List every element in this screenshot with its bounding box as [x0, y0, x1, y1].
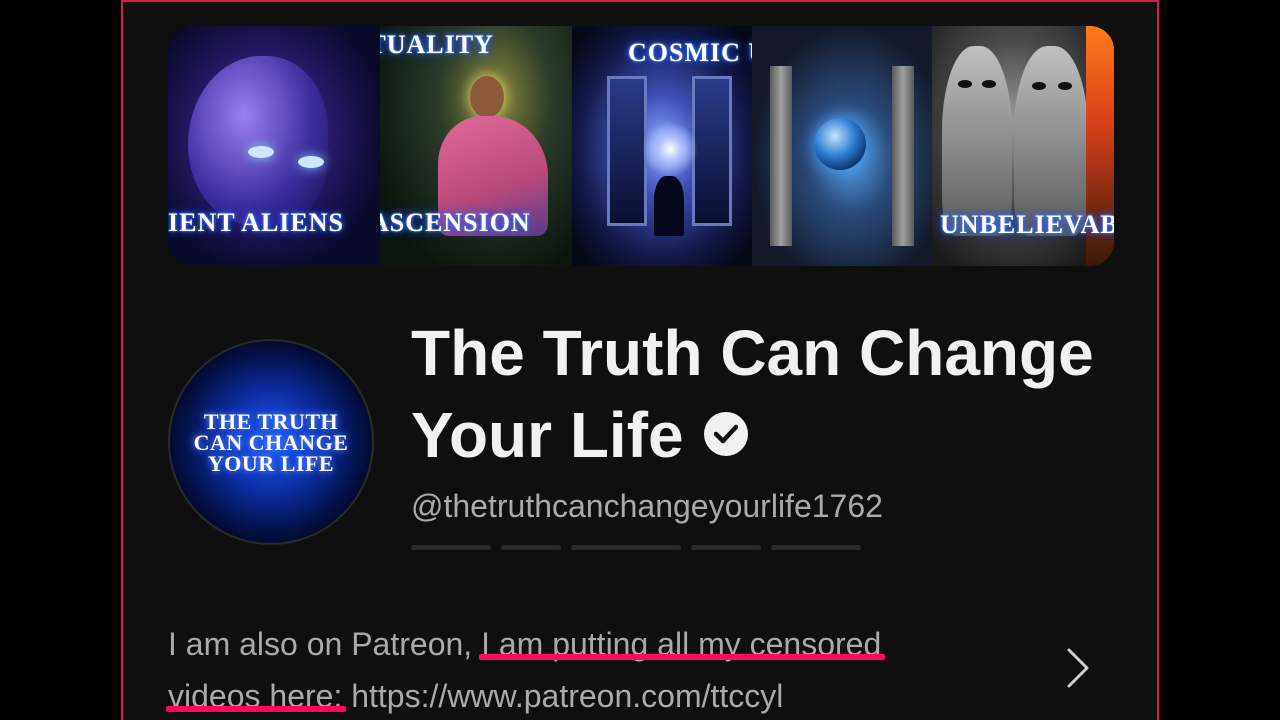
silhouette-figure [654, 176, 684, 236]
alien-head-image [188, 56, 328, 226]
description-highlight: I am putting all my censored [481, 626, 882, 662]
banner-panel-orb [752, 26, 932, 266]
verified-check-icon [703, 412, 748, 457]
grey-alien-image [1014, 46, 1088, 236]
channel-page-frame: IENT ALIENS SPIRITUALITY ASCENSION COSMI… [121, 0, 1159, 720]
praying-figure-head [470, 76, 504, 118]
grey-alien-image [942, 46, 1012, 236]
channel-avatar[interactable]: THE TRUTH CAN CHANGE YOUR LIFE [168, 339, 374, 545]
description-text: I am also on Patreon, [168, 626, 482, 662]
banner-caption-unbelievable: UNBELIEVAB [940, 210, 1114, 239]
galaxy-image [642, 121, 698, 177]
grey-alien-eye [982, 80, 996, 88]
pillar-left [770, 66, 792, 246]
alien-eye [248, 146, 274, 158]
grey-alien-eye [1058, 82, 1072, 90]
banner-caption-ascension: ASCENSION [380, 208, 531, 237]
banner-panel-ascension: SPIRITUALITY ASCENSION [380, 26, 572, 266]
avatar-logo-text: THE TRUTH CAN CHANGE YOUR LIFE [193, 408, 349, 476]
window-shutter-right [692, 76, 732, 226]
description-highlight: videos here: [168, 678, 343, 714]
avatar-line: YOUR LIFE [207, 450, 335, 476]
channel-title-line: Your Life [411, 399, 684, 471]
banner-panel-unbelievable: UNBELIEVAB [932, 26, 1114, 266]
grey-alien-eye [1032, 82, 1046, 90]
banner-panel-cosmic: COSMIC UPDATE [572, 26, 752, 266]
avatar-line: CAN CHANGE [193, 429, 349, 455]
avatar-line: THE TRUTH [203, 408, 339, 434]
channel-title: The Truth Can Change Your Life [411, 312, 1131, 476]
channel-stats-obscured [411, 538, 871, 550]
banner-caption-cosmic: COSMIC UPDATE [628, 38, 752, 67]
banner-caption-spirituality: SPIRITUALITY [380, 30, 494, 59]
banner-panel-aliens: IENT ALIENS [168, 26, 380, 266]
pillar-right [892, 66, 914, 246]
crystal-orb-image [814, 118, 866, 170]
channel-description[interactable]: I am also on Patreon, I am putting all m… [168, 618, 988, 720]
chevron-right-icon[interactable] [1063, 646, 1093, 690]
patreon-link[interactable]: https://www.patreon.com/ttccyl [342, 678, 783, 714]
channel-title-line: The Truth Can Change [411, 317, 1094, 389]
grey-alien-eye [958, 80, 972, 88]
channel-banner[interactable]: IENT ALIENS SPIRITUALITY ASCENSION COSMI… [168, 26, 1114, 266]
alien-eye [298, 156, 324, 168]
banner-caption-aliens: IENT ALIENS [168, 208, 344, 237]
channel-handle[interactable]: @thetruthcanchangeyourlife1762 [411, 488, 883, 525]
window-shutter-left [607, 76, 647, 226]
